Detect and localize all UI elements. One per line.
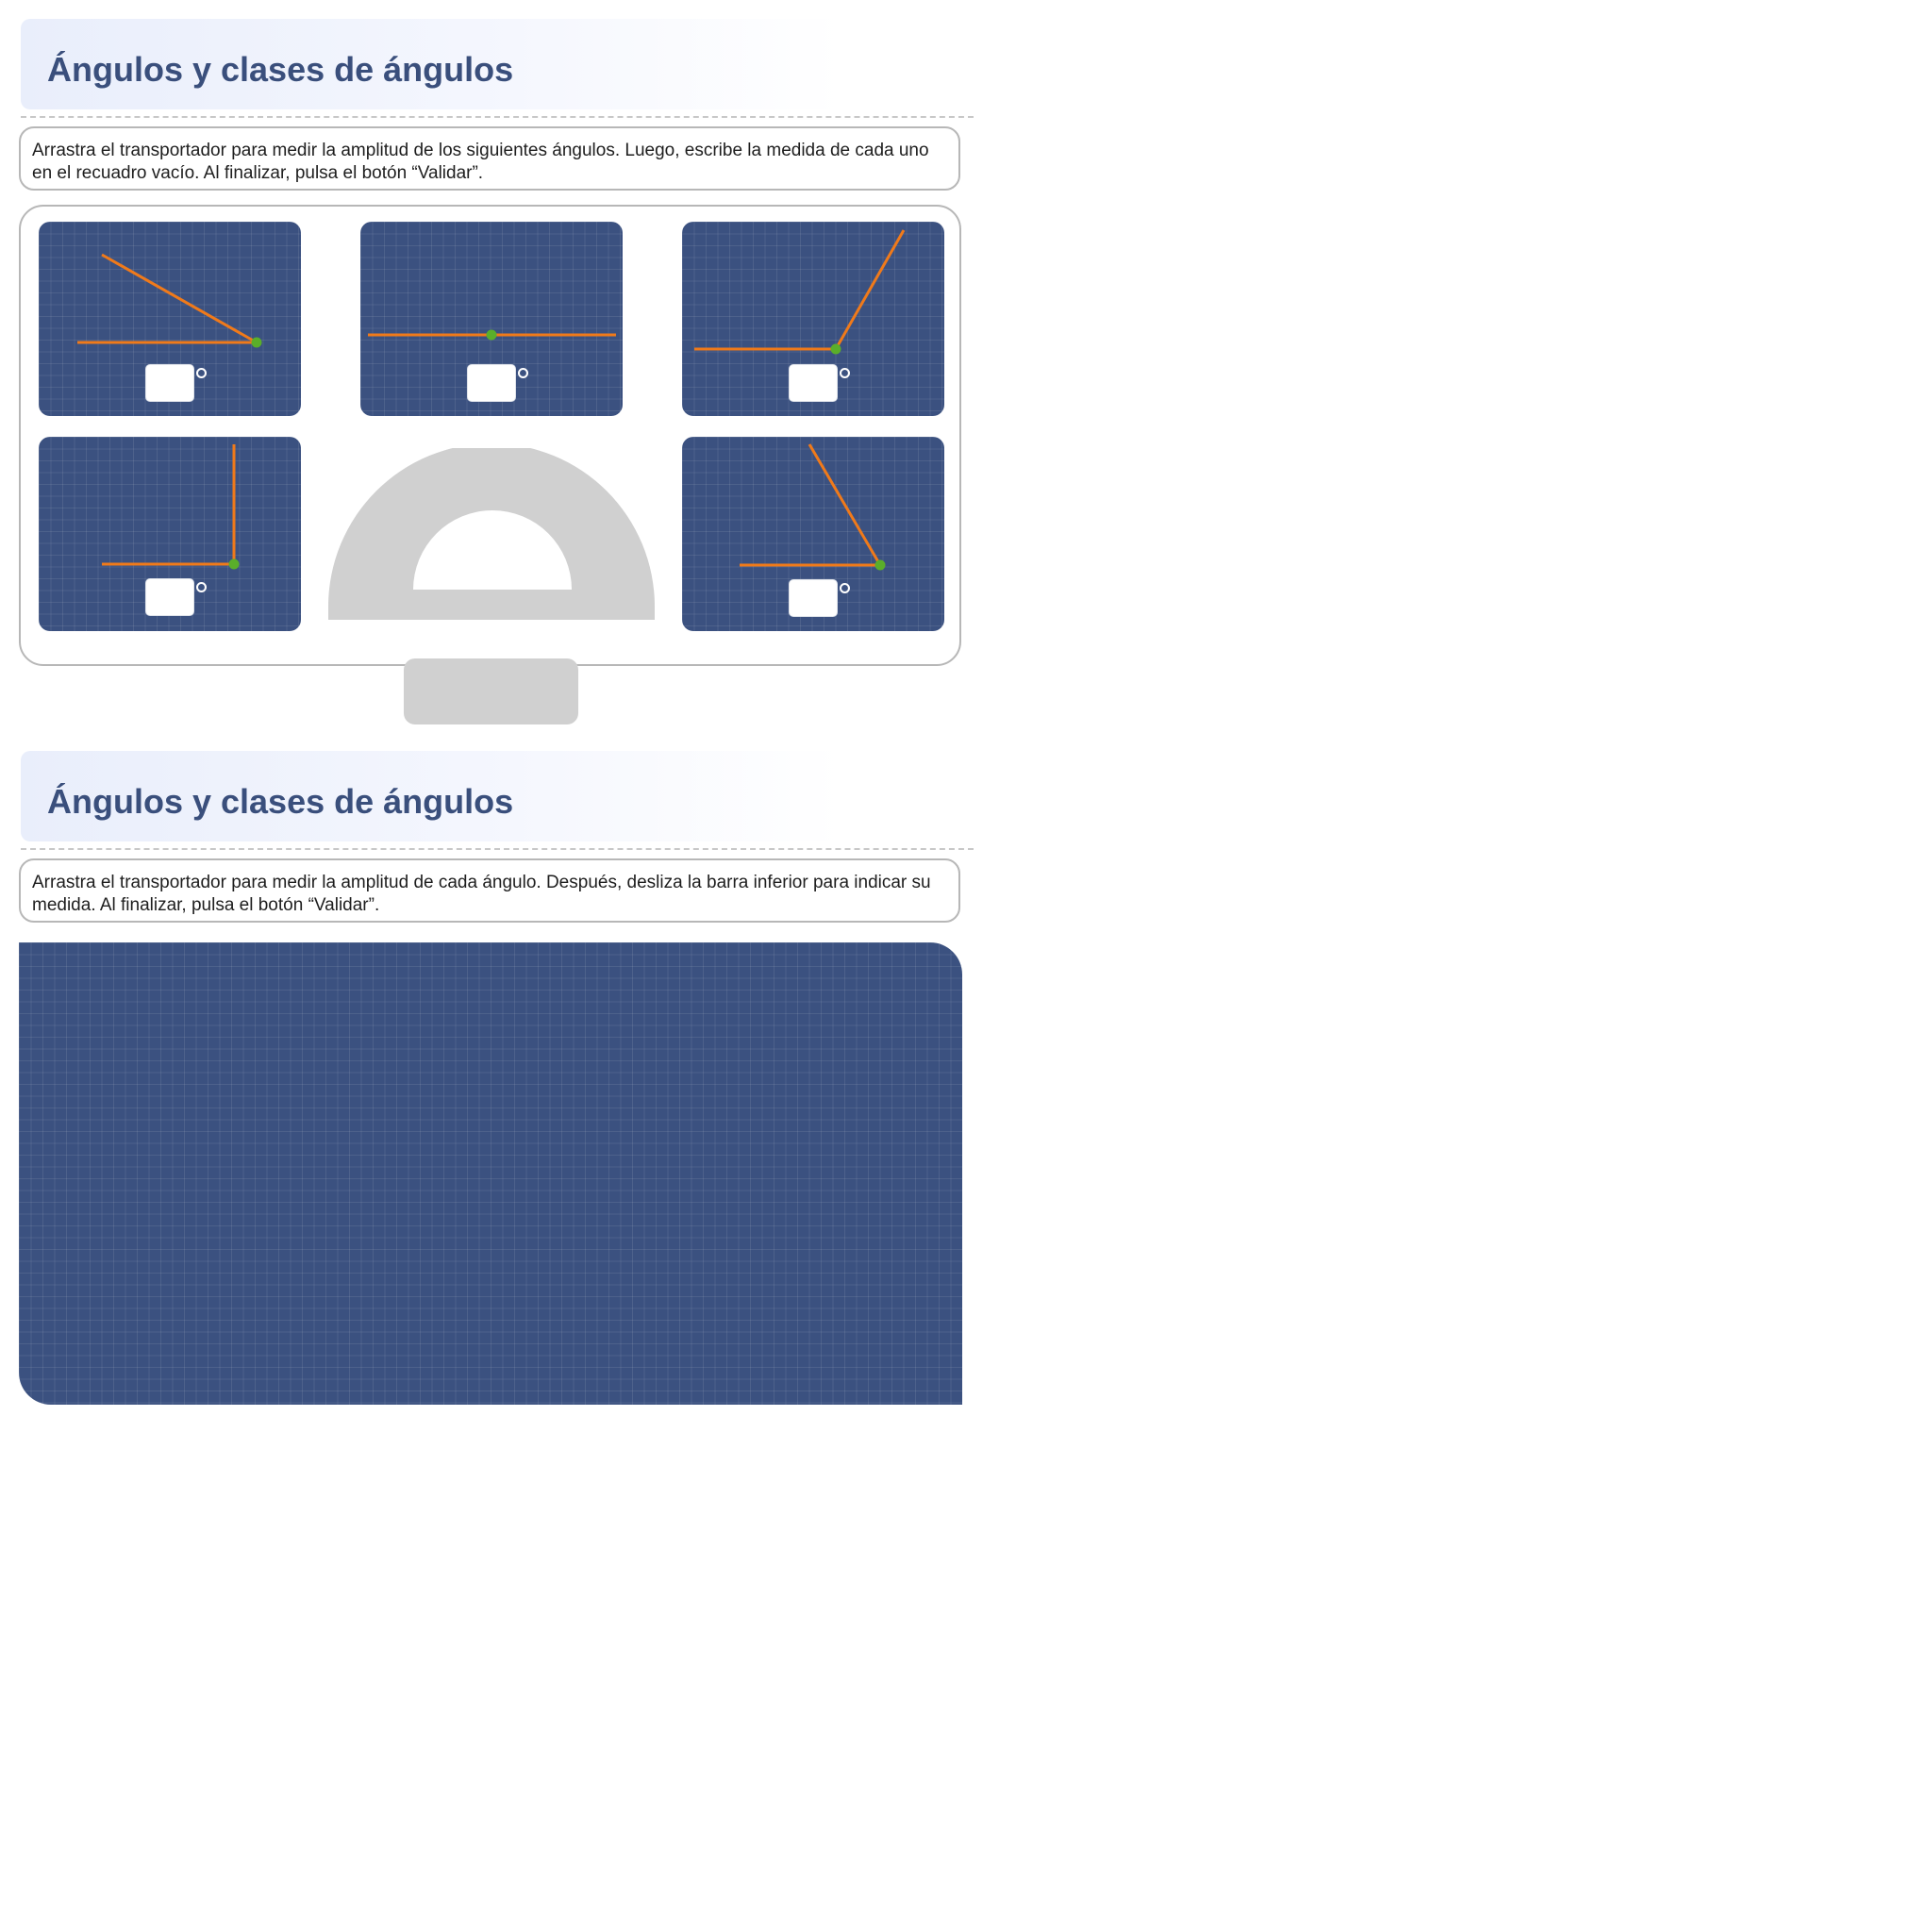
- degree-symbol: [518, 368, 528, 378]
- angle-card-5: [682, 437, 944, 631]
- angle-card-1: [39, 222, 301, 416]
- protractor[interactable]: [328, 448, 655, 620]
- page-header: Ángulos y clases de ángulos: [21, 19, 841, 109]
- validate-button[interactable]: [404, 658, 578, 724]
- divider: [21, 848, 974, 850]
- answer-input[interactable]: [145, 364, 194, 402]
- degree-symbol: [840, 583, 850, 593]
- vertex-point: [874, 559, 886, 571]
- page-header: Ángulos y clases de ángulos: [21, 751, 841, 841]
- vertex-point: [228, 558, 240, 570]
- page-title: Ángulos y clases de ángulos: [47, 782, 514, 821]
- page-title: Ángulos y clases de ángulos: [47, 50, 514, 89]
- instructions-box: Arrastra el transportador para medir la …: [19, 126, 960, 191]
- angle-card-4: [39, 437, 301, 631]
- vertex-point: [251, 337, 262, 348]
- degree-symbol: [196, 368, 207, 378]
- activity-canvas: [19, 942, 962, 1405]
- vertex-point: [486, 329, 497, 341]
- answer-input[interactable]: [789, 579, 838, 617]
- angle-card-3: [682, 222, 944, 416]
- divider: [21, 116, 974, 118]
- vertex-point: [830, 343, 841, 355]
- degree-symbol: [196, 582, 207, 592]
- angle-card-2: [360, 222, 623, 416]
- degree-symbol: [840, 368, 850, 378]
- answer-input[interactable]: [467, 364, 516, 402]
- answer-input[interactable]: [789, 364, 838, 402]
- answer-input[interactable]: [145, 578, 194, 616]
- instructions-box: Arrastra el transportador para medir la …: [19, 858, 960, 923]
